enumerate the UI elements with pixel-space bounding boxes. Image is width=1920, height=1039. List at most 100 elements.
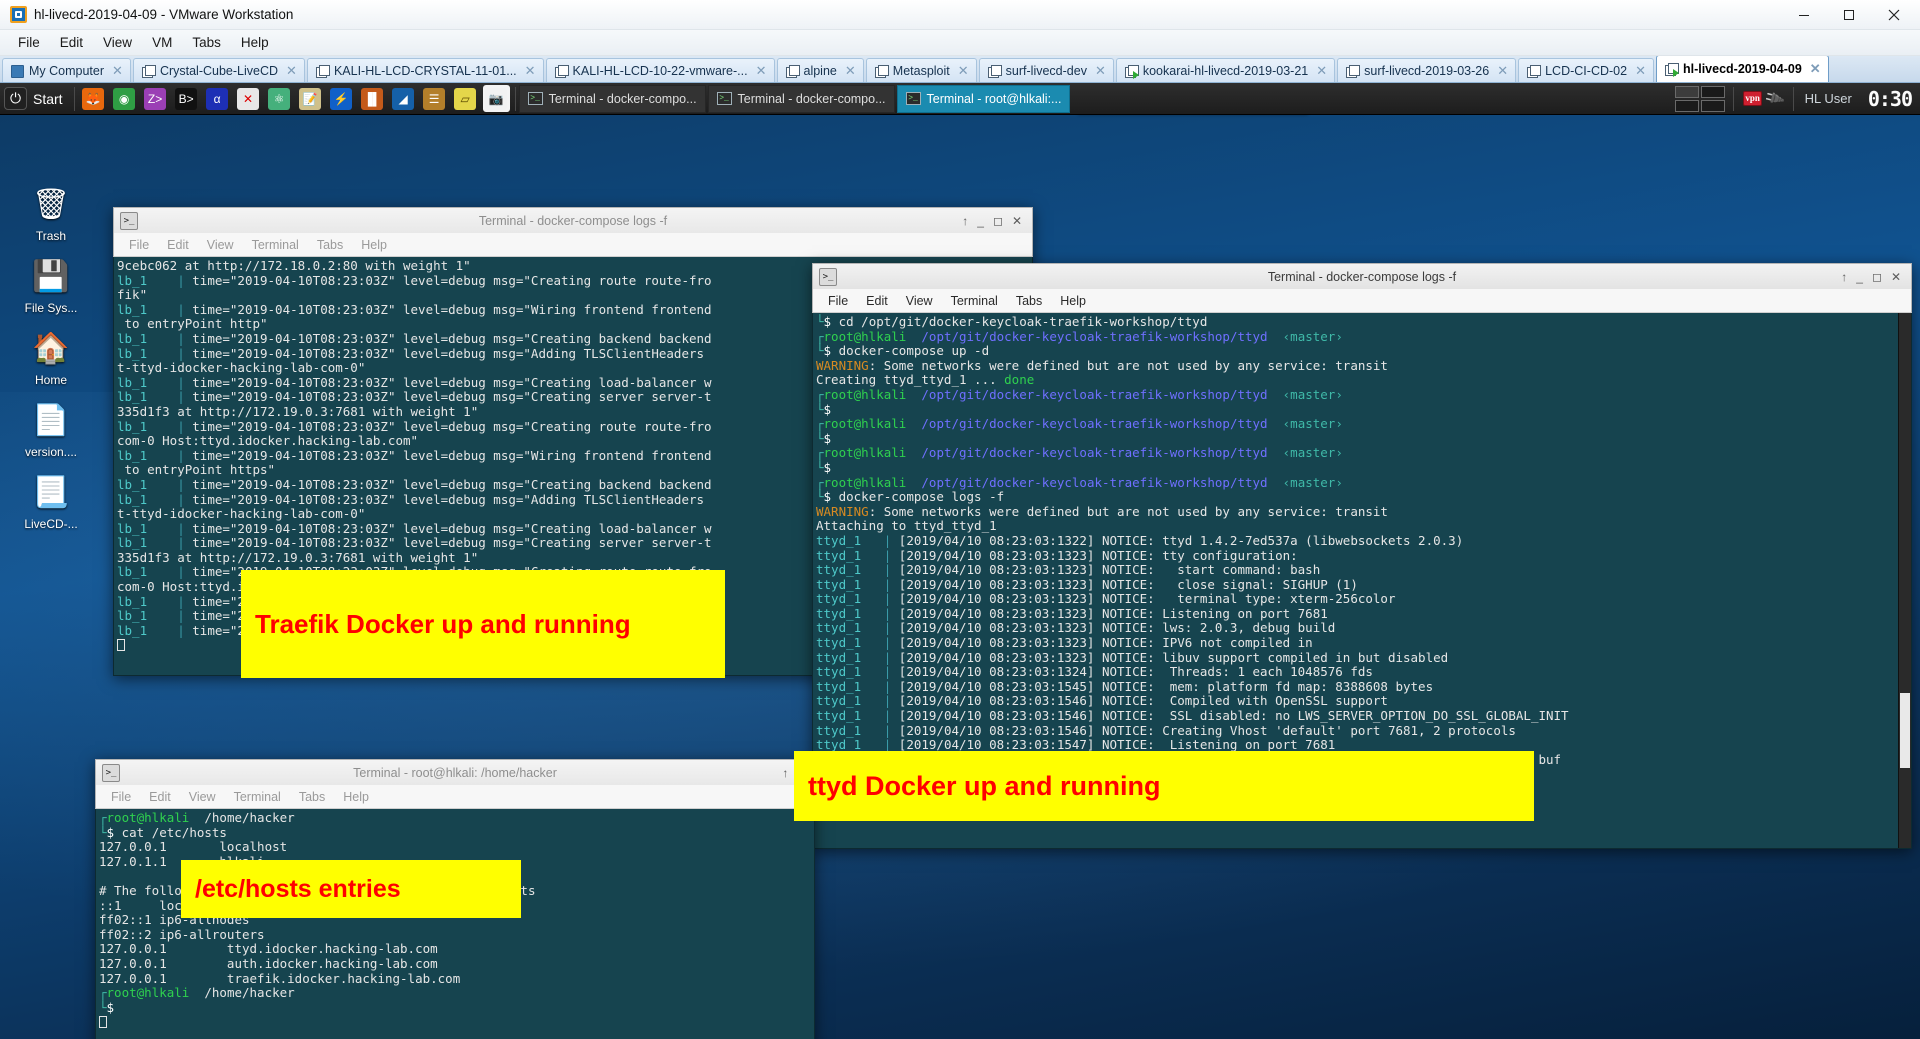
menu-edit[interactable]: Edit [158,236,198,254]
menu-file[interactable]: File [819,292,857,310]
close-icon[interactable]: ✕ [112,63,123,79]
desktop-icon-version[interactable]: 📄 version.... [8,399,94,460]
vm-icon [554,64,569,78]
desktop-icon-home[interactable]: 🏠 Home [8,327,94,388]
close-icon[interactable]: ✕ [756,63,767,79]
start-button[interactable]: ⏻ Start [0,84,71,114]
vm-tab-lcd-ci-cd-02[interactable]: LCD-CI-CD-02 ✕ [1518,58,1654,82]
menu-help[interactable]: Help [1051,292,1095,310]
firefox-icon[interactable]: 🦊 [80,85,107,112]
menu-view[interactable]: View [198,236,243,254]
atom-editor-icon[interactable]: ⚛ [266,85,293,112]
menu-view[interactable]: View [180,788,225,806]
titlebar-hosts[interactable]: >_ Terminal - root@hlkali: /home/hacker … [95,759,815,785]
vm-tab-label: KALI-HL-LCD-10-22-vmware-... [572,64,748,78]
shade-button[interactable]: ↑ [782,766,788,780]
close-icon[interactable]: ✕ [525,63,536,79]
workspace-pager[interactable] [1670,85,1730,112]
armitage-icon[interactable]: α [204,85,231,112]
menu-terminal[interactable]: Terminal [243,236,308,254]
hydra-icon[interactable]: ⚡ [328,85,355,112]
maximize-button[interactable]: ◻ [993,214,1003,228]
close-button[interactable] [1871,0,1916,30]
minimize-button[interactable]: _ [1856,270,1863,284]
files-icon[interactable]: ☰ [421,85,448,112]
terminal-line: ttyd_1 | [2019/04/10 08:23:03:1323] NOTI… [816,562,1321,578]
menu-tabs[interactable]: Tabs [308,236,352,254]
taskbar-button[interactable]: >_ Terminal - docker-compo... [707,84,895,113]
close-icon[interactable]: ✕ [1635,63,1646,79]
menu-tabs[interactable]: Tabs [290,788,334,806]
text-editor-icon[interactable]: 📝 [297,85,324,112]
vm-tab-metasploit[interactable]: Metasploit ✕ [865,58,977,82]
user-indicator[interactable]: HL User [1797,91,1860,106]
terminal-output-hosts[interactable]: ┌root@hlkali /home/hacker └$ cat /etc/hos… [95,809,815,1039]
terminal-window-ttyd-logs[interactable]: >_ Terminal - docker-compose logs -f ↑ _… [794,263,1912,849]
chrome-icon[interactable]: ◉ [111,85,138,112]
scrollbar-vertical[interactable] [1898,313,1911,848]
vm-guest-screen[interactable]: ⏻ Start 🦊 ◉ Z> B> α ✕ ⚛ 📝 ⚡ ▐▌ ◢ ☰ ▱ 📷 >_ Terminal - d… [0,83,1920,1039]
menu-view[interactable]: View [897,292,942,310]
vpn-icon[interactable]: vpn [1743,91,1763,106]
vm-tab-hl-livecd-2019-04-09[interactable]: hl-livecd-2019-04-09 ✕ [1655,56,1829,82]
terminal-line: └$ [816,459,832,475]
menu-edit[interactable]: Edit [140,788,180,806]
vm-tab-kali-hl-lcd-10-22-vmware[interactable]: KALI-HL-LCD-10-22-vmware-... ✕ [545,58,775,82]
titlebar-traefik[interactable]: >_ Terminal - docker-compose logs -f ↑ _… [113,207,1033,233]
close-icon[interactable]: ✕ [1810,61,1821,77]
menu-file[interactable]: File [102,788,140,806]
close-button[interactable]: ✕ [1012,214,1022,228]
menu-tabs[interactable]: Tabs [182,32,231,53]
vm-tab-surf-livecd-2019-03-26[interactable]: surf-livecd-2019-03-26 ✕ [1337,58,1517,82]
minimize-button[interactable]: _ [977,214,984,228]
close-icon[interactable]: ✕ [958,63,969,79]
close-icon[interactable]: ✕ [845,63,856,79]
taskbar-button[interactable]: >_ Terminal - root@hlkali:... [896,84,1071,113]
vm-tab-alpine[interactable]: alpine ✕ [776,58,864,82]
menu-vm[interactable]: VM [142,32,182,53]
wireshark-icon[interactable]: ◢ [390,85,417,112]
close-icon[interactable]: ✕ [1497,63,1508,79]
close-red-x-icon[interactable]: ✕ [235,85,262,112]
menu-help[interactable]: Help [334,788,378,806]
menu-terminal[interactable]: Terminal [225,788,290,806]
zsh-terminal-icon[interactable]: Z> [142,85,169,112]
close-icon[interactable]: ✕ [1316,63,1327,79]
menu-edit[interactable]: Edit [50,32,93,53]
menu-file[interactable]: File [120,236,158,254]
desktop-icon-file-sys[interactable]: 💾 File Sys... [8,255,94,316]
titlebar-ttyd[interactable]: >_ Terminal - docker-compose logs -f ↑ _… [812,263,1912,289]
menu-tabs[interactable]: Tabs [1007,292,1051,310]
notes-icon[interactable]: ▱ [452,85,479,112]
menu-view[interactable]: View [93,32,142,53]
menu-terminal[interactable]: Terminal [942,292,1007,310]
close-button[interactable]: ✕ [1891,270,1901,284]
maximize-button[interactable]: ◻ [1872,270,1882,284]
vm-tab-kookarai-hl-livecd-2019-03-21[interactable]: kookarai-hl-livecd-2019-03-21 ✕ [1115,58,1336,82]
terminal-window-hosts[interactable]: >_ Terminal - root@hlkali: /home/hacker … [95,759,815,1039]
shade-button[interactable]: ↑ [1841,270,1847,284]
vm-tab-crystal-cube-livecd[interactable]: Crystal-Cube-LiveCD ✕ [132,58,305,82]
close-icon[interactable]: ✕ [286,63,297,79]
menu-help[interactable]: Help [352,236,396,254]
maximize-button[interactable] [1826,0,1871,30]
minimize-button[interactable] [1781,0,1826,30]
vm-tab-surf-livecd-dev[interactable]: surf-livecd-dev ✕ [978,58,1114,82]
plug-icon[interactable]: 🔌 [1763,87,1787,110]
root-terminal-icon[interactable]: B> [173,85,200,112]
shade-button[interactable]: ↑ [962,214,968,228]
vm-tab-kali-hl-lcd-crystal-11-01[interactable]: KALI-HL-LCD-CRYSTAL-11-01... ✕ [306,58,544,82]
burpsuite-icon[interactable]: ▐▌ [359,85,386,112]
screenshot-icon[interactable]: 📷 [482,85,510,112]
desktop[interactable]: 🗑 Trash 💾 File Sys... 🏠 Home 📄 version.... 📃 Live… [0,115,1920,1039]
taskbar-button[interactable]: >_ Terminal - docker-compo... [518,84,706,113]
close-icon[interactable]: ✕ [1095,63,1106,79]
desktop-icon-livecd[interactable]: 📃 LiveCD-... [8,471,94,532]
desktop-icon-trash[interactable]: 🗑 Trash [8,183,94,244]
menu-file[interactable]: File [8,32,50,53]
menu-help[interactable]: Help [231,32,279,53]
terminal-line: 127.0.0.1 traefik.idocker.hacking-lab.co… [99,970,461,986]
clock[interactable]: 0:30 [1860,87,1920,111]
menu-edit[interactable]: Edit [857,292,897,310]
vm-tab-my-computer[interactable]: My Computer ✕ [2,58,131,82]
